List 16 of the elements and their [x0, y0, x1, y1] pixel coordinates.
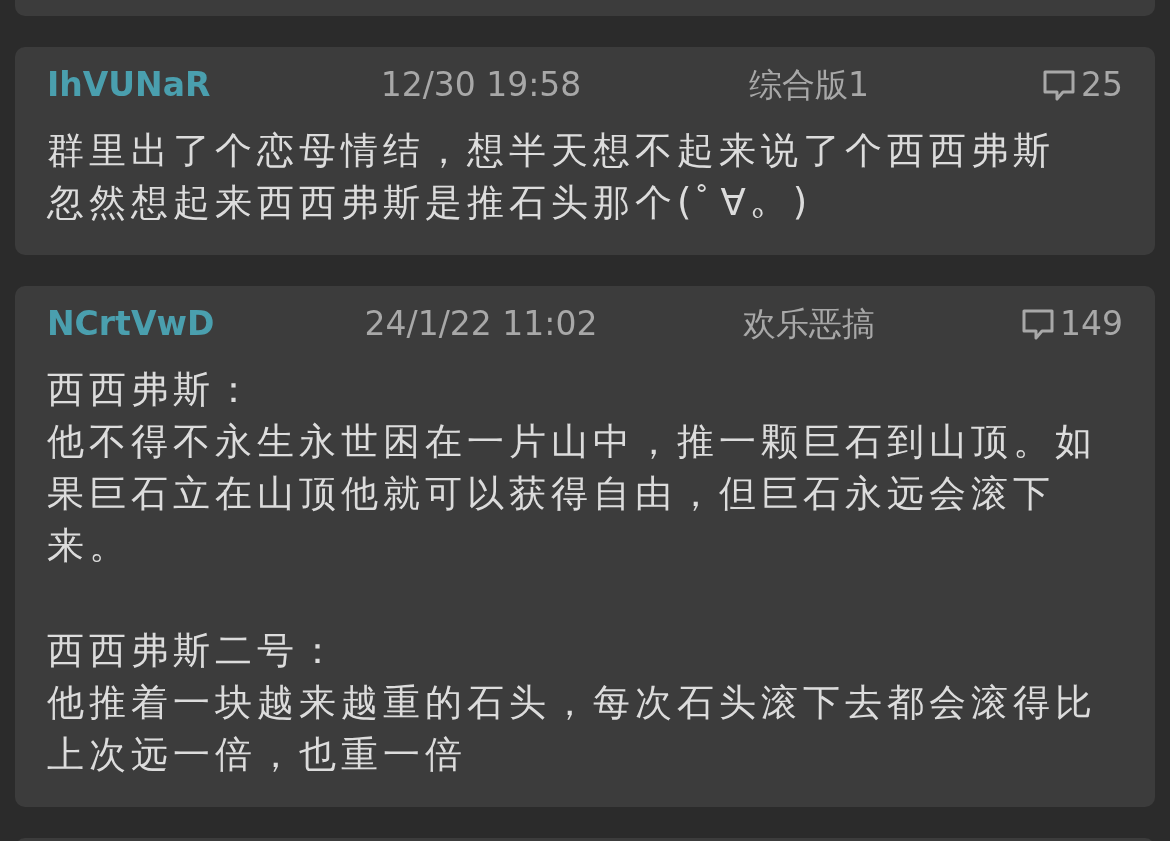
post-time: 12/30 19:58 — [380, 64, 582, 106]
board-name: 欢乐恶搞 — [743, 303, 875, 345]
post-text: 西西弗斯二号： — [47, 628, 342, 674]
post-text: 群里出了个恋母情结，想半天想不起来说了个西西弗斯 — [47, 128, 1056, 174]
post-text: 他推着一块越来越重的石头，每次石头滚下去都会滚得比上次远一倍，也重一倍 — [47, 680, 1098, 778]
post-time: 24/1/22 11:02 — [364, 303, 598, 345]
comment-icon — [1020, 307, 1056, 341]
user-id: IhVUNaR — [47, 64, 211, 106]
comment-icon — [1041, 68, 1077, 102]
reply-count: 149 — [1060, 303, 1123, 345]
board-name: 综合版1 — [749, 64, 869, 106]
post-text: 西西弗斯： — [47, 367, 258, 413]
user-id: NCrtVwD — [47, 303, 215, 345]
reply-count: 25 — [1081, 64, 1123, 106]
post-text: 他不得不永生永世困在一片山中，推一颗巨石到山顶。如果巨石立在山顶他就可以获得自由，但巨石永远会滚下来。 — [47, 419, 1098, 569]
post-text: 忽然想起来西西弗斯是推石头那个(ﾟ∀。) — [47, 180, 814, 226]
